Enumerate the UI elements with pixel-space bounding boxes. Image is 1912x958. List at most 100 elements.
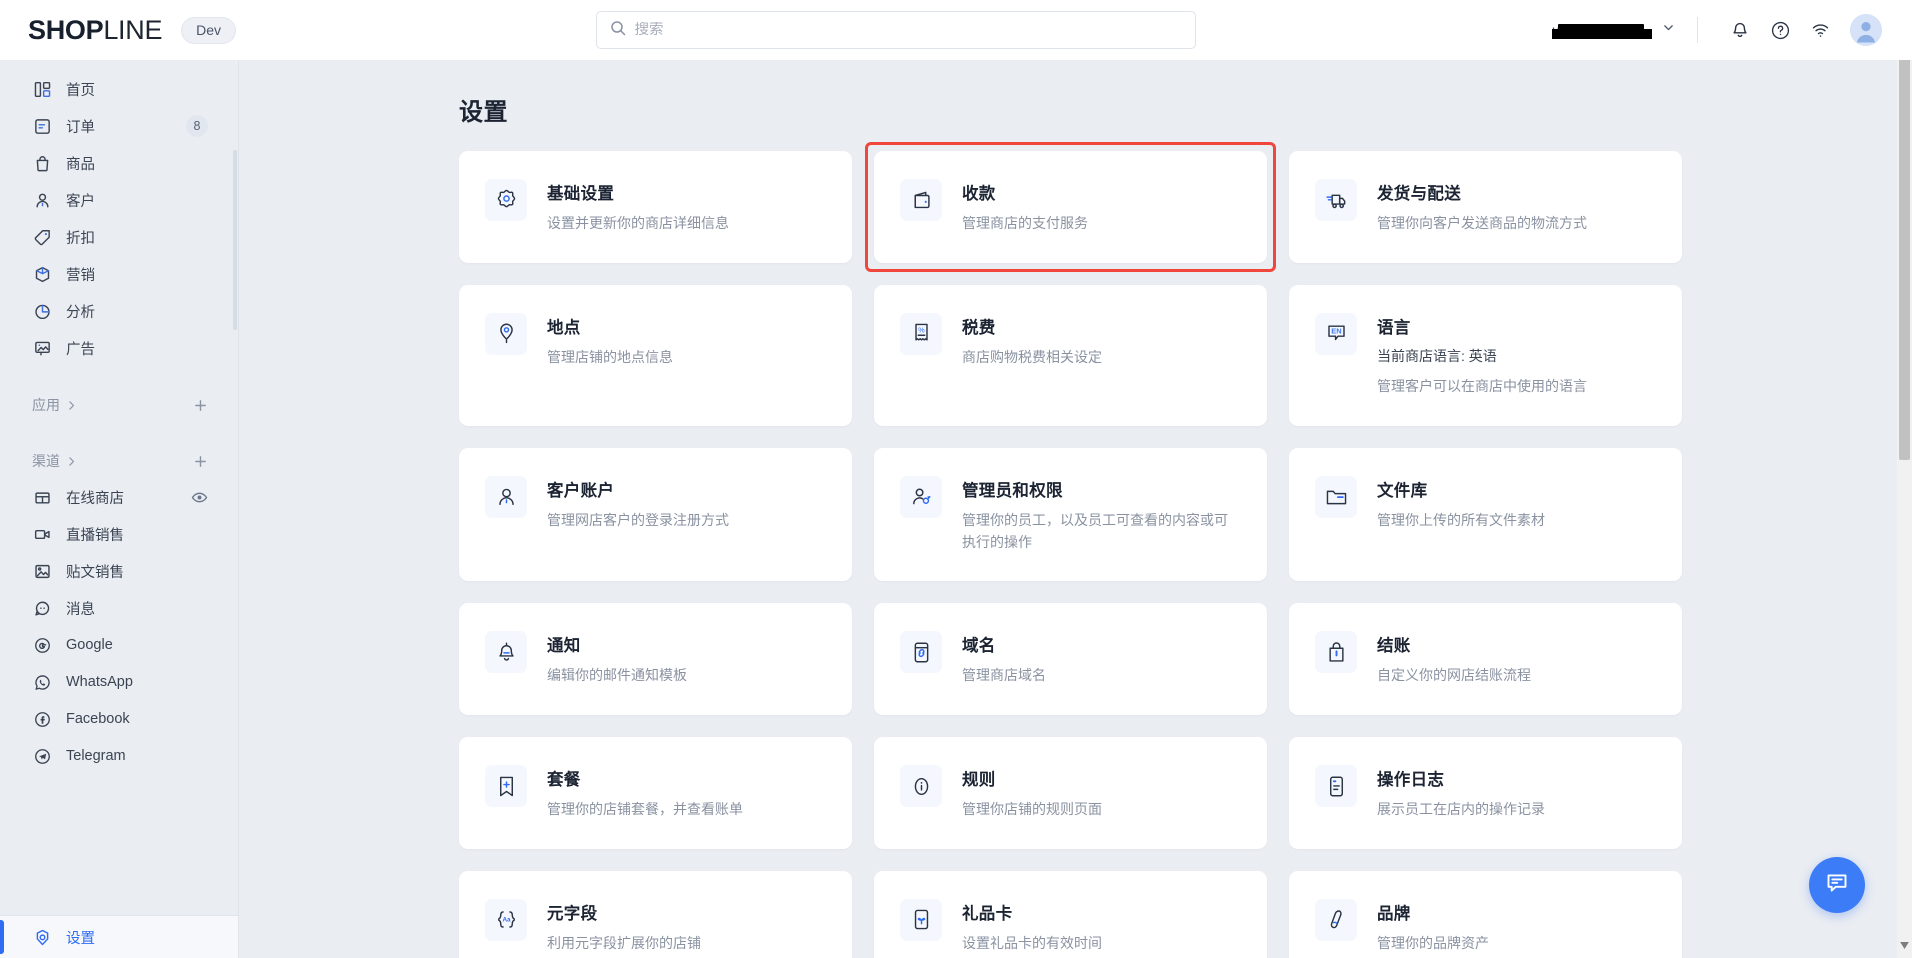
sidebar-item-products[interactable]: 商品	[0, 145, 228, 181]
chevron-right-icon[interactable]	[66, 456, 77, 467]
gear-settings-icon	[32, 927, 52, 947]
card-body: 客户账户 管理网店客户的登录注册方式	[547, 476, 729, 553]
settings-card-brand[interactable]: 品牌 管理你的品牌资产	[1289, 870, 1682, 958]
svg-text:%: %	[918, 326, 925, 335]
settings-card-policies[interactable]: 规则 管理你店铺的规则页面	[874, 737, 1267, 849]
sidebar-item-label: 客户	[66, 193, 95, 210]
top-bar-right: utopia best	[1552, 10, 1912, 50]
sidebar-item-messages[interactable]: 消息	[0, 590, 228, 626]
settings-card-activity-log[interactable]: 操作日志 展示员工在店内的操作记录	[1289, 737, 1682, 849]
notification-bell-button[interactable]	[1720, 10, 1760, 50]
ads-image-icon	[32, 338, 52, 358]
add-app-plus-icon[interactable]	[190, 395, 210, 415]
telegram-icon	[32, 746, 52, 766]
sidebar-item-telegram[interactable]: Telegram	[0, 738, 228, 774]
page-scrollbar-thumb[interactable]	[1899, 30, 1910, 460]
page-scrollbar-track[interactable]	[1897, 0, 1912, 958]
settings-card-giftcards[interactable]: 礼品卡 设置礼品卡的有效时间	[874, 870, 1267, 958]
settings-card-shipping[interactable]: 发货与配送 管理你向客户发送商品的物流方式	[1289, 151, 1682, 263]
marketing-cube-icon	[32, 264, 52, 284]
domain-link-icon	[900, 631, 942, 674]
store-switcher[interactable]: utopia best	[1552, 21, 1675, 39]
settings-card-checkout[interactable]: 结账 自定义你的网店结账流程	[1289, 603, 1682, 716]
user-avatar[interactable]	[1850, 14, 1882, 46]
info-circle-icon	[900, 765, 942, 808]
settings-card-plan[interactable]: 套餐 管理你的店铺套餐，并查看账单	[459, 737, 852, 849]
store-name-redacted: utopia best	[1552, 22, 1652, 39]
sidebar-item-post-sales[interactable]: 贴文销售	[0, 553, 228, 589]
sidebar-item-orders[interactable]: 订单 8	[0, 108, 228, 144]
customer-account-icon	[485, 476, 527, 519]
sidebar-item-live-sales[interactable]: 直播销售	[0, 516, 228, 552]
help-button[interactable]	[1760, 10, 1800, 50]
settings-card-payments[interactable]: 收款 管理商店的支付服务	[865, 142, 1276, 272]
settings-card-admin-permissions[interactable]: 管理员和权限 管理你的员工，以及员工可查看的内容或可执行的操作	[874, 448, 1267, 582]
card-subtitle: 管理你店铺的规则页面	[962, 801, 1102, 818]
sidebar-section-label[interactable]: 应用	[32, 395, 60, 415]
card-title: 语言	[1377, 318, 1411, 337]
brand-name-bold: SHOP	[28, 14, 104, 45]
settings-card-metafields[interactable]: Aa 元字段 利用元字段扩展你的店铺	[459, 870, 852, 958]
settings-card-domains[interactable]: 域名 管理商店域名	[874, 603, 1267, 716]
settings-card-general[interactable]: 基础设置 设置并更新你的商店详细信息	[459, 151, 852, 263]
wifi-status-icon[interactable]	[1800, 10, 1840, 50]
sidebar-item-whatsapp[interactable]: WhatsApp	[0, 664, 228, 700]
search-input[interactable]	[634, 22, 1182, 38]
settings-card-languages[interactable]: EN 语言 当前商店语言: 英语 管理客户可以在商店中使用的语言	[1289, 284, 1682, 427]
card-body: 域名 管理商店域名	[962, 631, 1046, 687]
brand-logo[interactable]: SHOPLINE Dev	[0, 15, 239, 45]
settings-card-taxes[interactable]: % 税费 商店购物税费相关设定	[874, 284, 1267, 427]
sidebar-item-facebook[interactable]: Facebook	[0, 701, 228, 737]
eye-icon[interactable]	[191, 489, 208, 506]
sidebar-item-analytics[interactable]: 分析	[0, 293, 228, 329]
search-box[interactable]	[595, 11, 1196, 49]
scroll-down-arrow-icon[interactable]	[1897, 937, 1912, 954]
card-title: 操作日志	[1377, 771, 1445, 790]
settings-card-locations[interactable]: 地点 管理店铺的地点信息	[459, 284, 852, 427]
home-dashboard-icon	[32, 79, 52, 99]
sidebar-item-ads[interactable]: 广告	[0, 330, 228, 366]
card-title: 域名	[962, 637, 996, 656]
chat-support-button[interactable]	[1809, 857, 1865, 913]
sidebar-scroll-indicator[interactable]	[233, 150, 237, 330]
location-pin-icon	[485, 312, 527, 355]
add-channel-plus-icon[interactable]	[190, 451, 210, 471]
sidebar-section-label[interactable]: 渠道	[32, 451, 60, 471]
chevron-down-icon	[1662, 21, 1675, 39]
language-en-icon: EN	[1315, 312, 1357, 355]
card-title: 基础设置	[547, 185, 615, 203]
tax-receipt-icon: %	[900, 312, 942, 355]
admin-permission-icon	[900, 476, 942, 519]
analytics-pie-icon	[32, 301, 52, 321]
settings-card-customer-accounts[interactable]: 客户账户 管理网店客户的登录注册方式	[459, 448, 852, 582]
card-title: 文件库	[1377, 482, 1428, 501]
sidebar-item-label: 消息	[66, 601, 95, 618]
card-detail: 当前商店语言: 英语	[1377, 347, 1497, 364]
card-subtitle: 设置礼品卡的有效时间	[962, 934, 1102, 951]
card-body: 文件库 管理你上传的所有文件素材	[1377, 476, 1545, 553]
plan-bookmark-icon	[485, 765, 527, 808]
brand-name-light: LINE	[103, 14, 163, 45]
settings-card-files[interactable]: 文件库 管理你上传的所有文件素材	[1289, 448, 1682, 582]
sidebar-item-marketing[interactable]: 营销	[0, 256, 228, 292]
sidebar-item-customers[interactable]: 客户	[0, 182, 228, 218]
card-title: 结账	[1377, 637, 1411, 656]
bell-notification-icon	[485, 631, 527, 674]
sidebar-item-label: 分析	[66, 304, 95, 321]
post-image-icon	[32, 561, 52, 581]
sidebar-item-online-store[interactable]: 在线商店	[0, 479, 228, 515]
sidebar-item-label: 折扣	[66, 230, 95, 247]
card-subtitle: 管理你的店铺套餐，并查看账单	[547, 801, 743, 818]
sidebar-item-discounts[interactable]: 折扣	[0, 219, 228, 255]
settings-card-notifications[interactable]: 通知 编辑你的邮件通知模板	[459, 603, 852, 716]
discount-tag-icon	[32, 227, 52, 247]
chevron-right-icon[interactable]	[66, 400, 77, 411]
sidebar-item-label: 商品	[66, 156, 95, 173]
sidebar-item-settings[interactable]: 设置	[0, 916, 238, 958]
card-title: 规则	[962, 771, 996, 790]
svg-text:Aa: Aa	[502, 917, 511, 924]
products-bag-icon	[32, 153, 52, 173]
sidebar-item-google[interactable]: Google	[0, 627, 228, 663]
sidebar-item-home[interactable]: 首页	[0, 71, 228, 107]
sidebar-item-label: Facebook	[66, 711, 130, 727]
